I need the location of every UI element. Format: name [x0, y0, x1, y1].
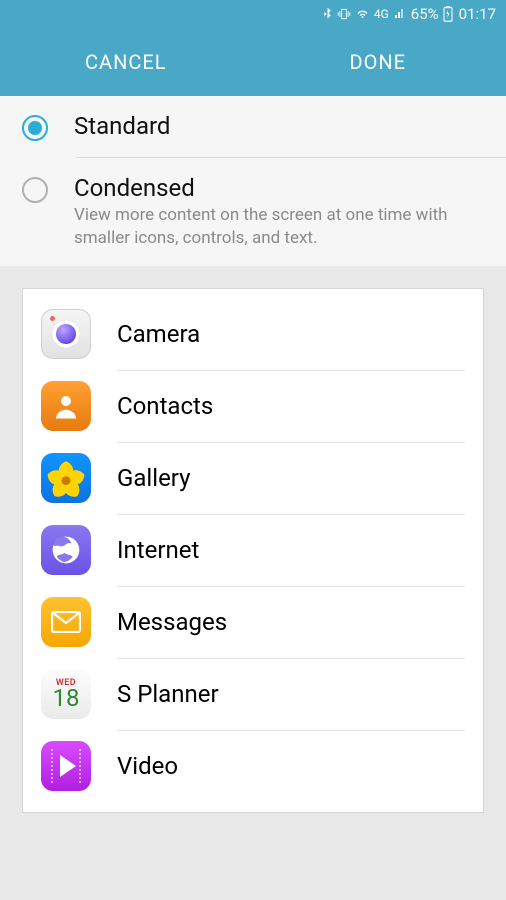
splanner-date: 18 [53, 686, 80, 710]
app-label-messages: Messages [117, 608, 227, 636]
option-standard-title: Standard [74, 112, 486, 140]
app-label-internet: Internet [117, 536, 199, 564]
done-button[interactable]: DONE [246, 50, 506, 74]
splanner-icon: WED 18 [41, 669, 91, 719]
network-label: 4G [374, 7, 389, 21]
status-bar: 4G 65% 01:17 [0, 0, 506, 28]
cancel-button[interactable]: CANCEL [0, 50, 246, 74]
video-icon [41, 741, 91, 791]
gallery-icon [41, 453, 91, 503]
list-item: Video [41, 731, 465, 802]
app-label-gallery: Gallery [117, 464, 191, 492]
radio-condensed[interactable] [22, 177, 48, 203]
messages-icon [41, 597, 91, 647]
bluetooth-icon [322, 7, 333, 21]
contacts-icon [41, 381, 91, 431]
list-item: Messages [41, 587, 465, 658]
vibrate-icon [337, 7, 351, 21]
display-size-options: Standard Condensed View more content on … [0, 96, 506, 266]
camera-icon [41, 309, 91, 359]
app-label-contacts: Contacts [117, 392, 213, 420]
preview-panel: Camera Contacts Gallery Internet [0, 266, 506, 835]
option-condensed-title: Condensed [74, 174, 486, 202]
list-item: Camera [41, 299, 465, 370]
app-label-video: Video [117, 752, 178, 780]
option-condensed[interactable]: Condensed View more content on the scree… [0, 158, 506, 266]
internet-icon [41, 525, 91, 575]
clock-label: 01:17 [459, 5, 496, 23]
wifi-icon [355, 8, 370, 20]
battery-icon [443, 6, 453, 22]
list-item: Gallery [41, 443, 465, 514]
app-label-splanner: S Planner [117, 680, 219, 708]
battery-label: 65% [411, 5, 439, 23]
header-bar: CANCEL DONE [0, 28, 506, 96]
option-condensed-subtitle: View more content on the screen at one t… [74, 204, 486, 250]
list-item: Internet [41, 515, 465, 586]
radio-standard[interactable] [22, 115, 48, 141]
signal-icon [393, 8, 407, 20]
list-item: Contacts [41, 371, 465, 442]
app-label-camera: Camera [117, 320, 200, 348]
app-preview-card: Camera Contacts Gallery Internet [22, 288, 484, 813]
option-standard[interactable]: Standard [0, 96, 506, 157]
list-item: WED 18 S Planner [41, 659, 465, 730]
